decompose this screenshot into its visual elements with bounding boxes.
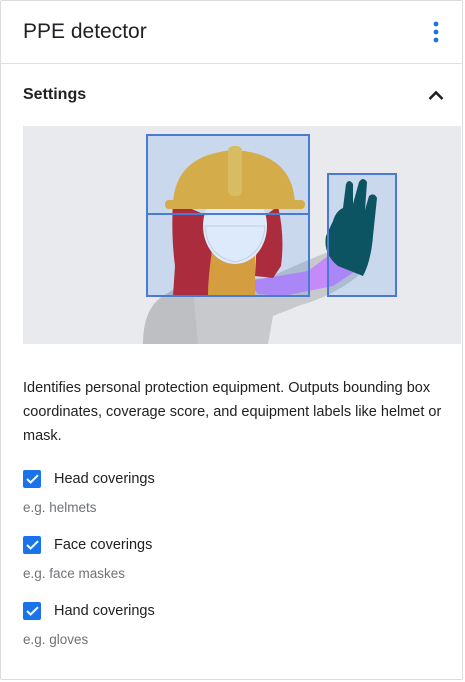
hand-coverings-row[interactable]: Hand coverings xyxy=(23,598,462,624)
hand-coverings-label: Hand coverings xyxy=(54,603,155,619)
face-bounding-box xyxy=(146,213,310,297)
face-coverings-label: Face coverings xyxy=(54,537,153,553)
chevron-up-icon[interactable] xyxy=(424,83,448,107)
panel-header: PPE detector xyxy=(1,1,462,64)
face-coverings-hint: e.g. face maskes xyxy=(23,566,126,581)
face-coverings-checkbox[interactable] xyxy=(23,536,41,554)
glove-bounding-box xyxy=(327,173,397,297)
ppe-detector-panel: PPE detector Settings Identifies persona… xyxy=(0,0,463,680)
face-coverings-row[interactable]: Face coverings xyxy=(23,532,462,558)
option-head-coverings: Head coverings e.g. helmets xyxy=(23,466,462,518)
head-coverings-hint: e.g. helmets xyxy=(23,500,97,515)
helmet-bounding-box xyxy=(146,134,310,215)
settings-section-header[interactable]: Settings xyxy=(1,64,462,126)
head-coverings-checkbox[interactable] xyxy=(23,470,41,488)
hand-coverings-hint: e.g. gloves xyxy=(23,632,89,647)
head-coverings-row[interactable]: Head coverings xyxy=(23,466,462,492)
panel-title: PPE detector xyxy=(23,20,147,43)
ppe-illustration xyxy=(23,126,461,344)
option-face-coverings: Face coverings e.g. face maskes xyxy=(23,532,462,584)
hand-coverings-checkbox[interactable] xyxy=(23,602,41,620)
option-hand-coverings: Hand coverings e.g. gloves xyxy=(23,598,462,650)
head-coverings-label: Head coverings xyxy=(54,471,155,487)
more-vert-icon[interactable] xyxy=(424,20,448,44)
settings-title: Settings xyxy=(23,86,87,103)
detector-description: Identifies personal protection equipment… xyxy=(23,380,442,444)
